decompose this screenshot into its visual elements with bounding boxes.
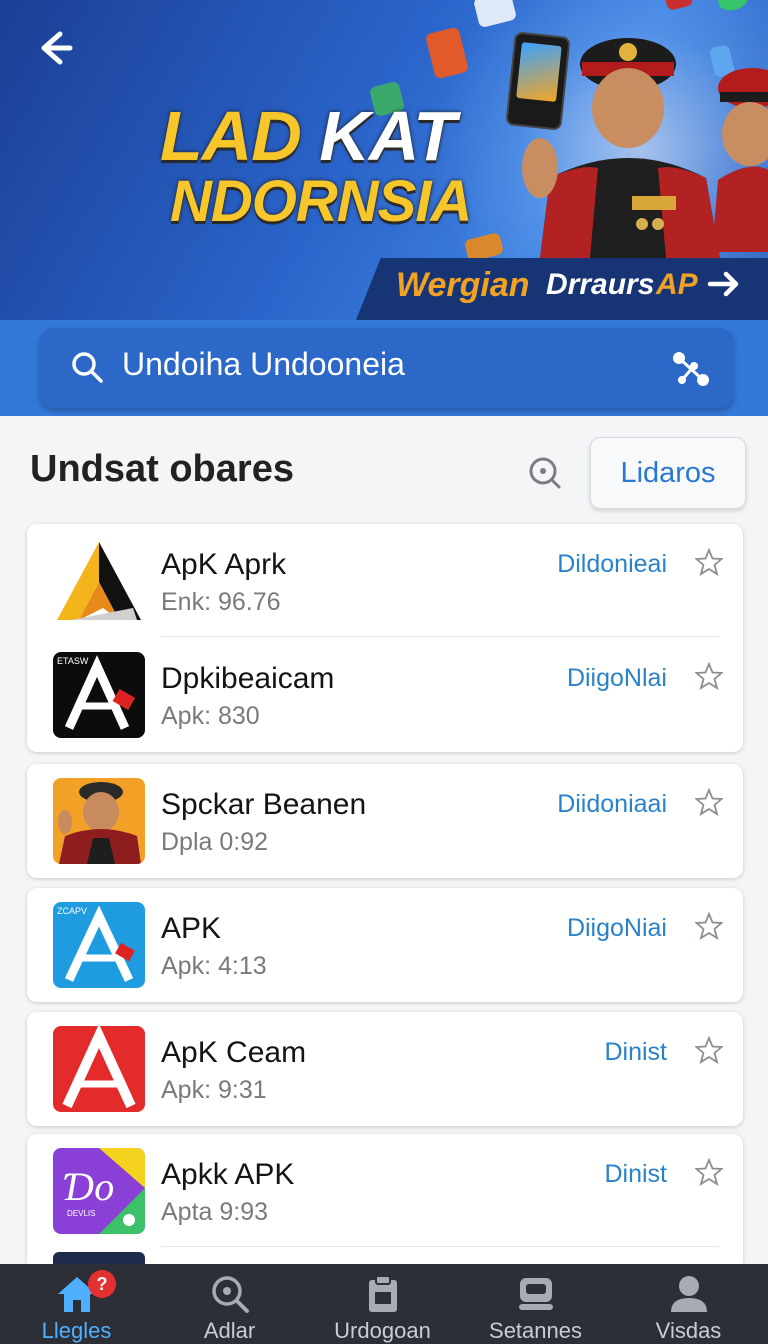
app-subtitle: Apk: 4:13 [161, 952, 267, 980]
floating-app-sticker [424, 26, 470, 80]
next-app-icon-peek [53, 1252, 145, 1264]
nav-label: Adlar [203, 1318, 256, 1343]
app-row[interactable]: ETASW Dpkibeaicam Apk: 830 DiigoNlai [27, 638, 743, 752]
nav-label: Urdogoan [334, 1318, 431, 1343]
app-icon: ETASW [53, 652, 145, 738]
nav-label: Setannes [489, 1318, 582, 1343]
nav-item-search[interactable]: Adlar [153, 1264, 306, 1344]
app-icon [53, 1026, 145, 1112]
star-icon[interactable] [695, 912, 723, 940]
nav-item-home[interactable]: ? Llegles [0, 1264, 153, 1344]
app-card: ApK Aprk Enk: 96.76 Dildonieai ETASW Dpk… [27, 524, 743, 752]
clipboard-icon [369, 1275, 397, 1312]
search-badge-icon [212, 1276, 249, 1313]
download-link[interactable]: Diidoniaai [557, 790, 667, 819]
hero-cta-word3: AP [656, 268, 698, 301]
icon-corner-text: ETASW [57, 656, 89, 666]
app-card: ApK Ceam Apk: 9:31 Dinist [27, 1012, 743, 1126]
share-icon[interactable] [670, 348, 712, 390]
app-row[interactable]: Spckar Beanen Dpla 0:92 Diidoniaai [27, 764, 743, 878]
app-name: Spckar Beanen [161, 788, 367, 821]
hero-title-line2: NDORNSIA [170, 169, 472, 234]
app-name: APK [161, 912, 222, 945]
scan-search-icon[interactable] [526, 454, 562, 490]
row-divider [161, 636, 719, 637]
star-icon[interactable] [695, 548, 723, 576]
app-card: ZCAPV APK Apk: 4:13 DiigoNiai [27, 888, 743, 1002]
chat-icon [519, 1278, 553, 1310]
app-row[interactable]: ApK Ceam Apk: 9:31 Dinist [27, 1012, 743, 1126]
hero-title-line1: LAD KAT [160, 97, 456, 175]
nav-item-profile[interactable]: Visdas [612, 1264, 765, 1344]
nav-item-updates[interactable]: Urdogoan [306, 1264, 459, 1344]
app-row[interactable]: Ɗo DEVLIS Apkk APK Apta 9:93 Dinist [27, 1134, 743, 1248]
app-icon [53, 778, 145, 864]
filter-button[interactable]: Lidaros [590, 437, 746, 509]
app-name: ApK Aprk [161, 548, 287, 581]
app-subtitle: Enk: 96.76 [161, 588, 281, 616]
app-card: Ɗo DEVLIS Apkk APK Apta 9:93 Dinist [27, 1134, 743, 1264]
search-bar[interactable]: Undoiha Undooneia [40, 328, 734, 408]
search-icon [72, 352, 103, 383]
download-link[interactable]: DiigoNlai [567, 664, 667, 693]
icon-corner-text: ZCAPV [57, 906, 87, 916]
nav-label: Visdas [655, 1318, 722, 1343]
download-link[interactable]: Dildonieai [557, 550, 667, 579]
icon-corner-text: DEVLIS [67, 1209, 95, 1218]
nav-item-settings[interactable]: Setannes [459, 1264, 612, 1344]
search-input[interactable]: Undoiha Undooneia [122, 346, 405, 383]
app-subtitle: Apta 9:93 [161, 1198, 269, 1226]
app-card: Spckar Beanen Dpla 0:92 Diidoniaai [27, 764, 743, 878]
app-row[interactable]: ApK Aprk Enk: 96.76 Dildonieai [27, 524, 743, 638]
svg-text:Ɗo: Ɗo [63, 1164, 114, 1209]
hero-banner[interactable]: LAD KAT NDORNSIA Wergian Drraurs AP [0, 0, 768, 320]
officer-illustration [522, 38, 720, 258]
hero-cta-word1: Wergian [396, 266, 530, 304]
app-name: Dpkibeaicam [161, 662, 335, 695]
notification-badge: ? [88, 1270, 116, 1298]
bottom-navigation: ? Llegles Adlar Urdogoan Setannes Visdas [0, 1264, 768, 1344]
download-link[interactable]: Dinist [604, 1038, 667, 1067]
app-icon: ZCAPV [53, 902, 145, 988]
app-icon [53, 538, 145, 624]
app-subtitle: Apk: 830 [161, 702, 260, 730]
section-title: Undsat obares [30, 448, 294, 490]
star-icon[interactable] [695, 1158, 723, 1186]
app-subtitle: Dpla 0:92 [161, 828, 269, 856]
nav-label: Llegles [41, 1318, 112, 1343]
row-divider [161, 1246, 719, 1247]
download-link[interactable]: Dinist [604, 1160, 667, 1189]
app-subtitle: Apk: 9:31 [161, 1076, 267, 1104]
arrow-right-icon[interactable] [704, 264, 744, 304]
app-name: Apkk APK [161, 1158, 295, 1191]
hero-cta-word2: Drraurs [546, 268, 655, 301]
star-icon[interactable] [695, 788, 723, 816]
second-officer-illustration [712, 68, 768, 252]
user-icon [671, 1276, 707, 1312]
app-icon: Ɗo DEVLIS [53, 1148, 145, 1234]
back-arrow-icon[interactable] [30, 24, 78, 72]
app-name: ApK Ceam [161, 1036, 307, 1069]
star-icon[interactable] [695, 662, 723, 690]
download-link[interactable]: DiigoNiai [567, 914, 667, 943]
app-row[interactable]: ZCAPV APK Apk: 4:13 DiigoNiai [27, 888, 743, 1002]
star-icon[interactable] [695, 1036, 723, 1064]
